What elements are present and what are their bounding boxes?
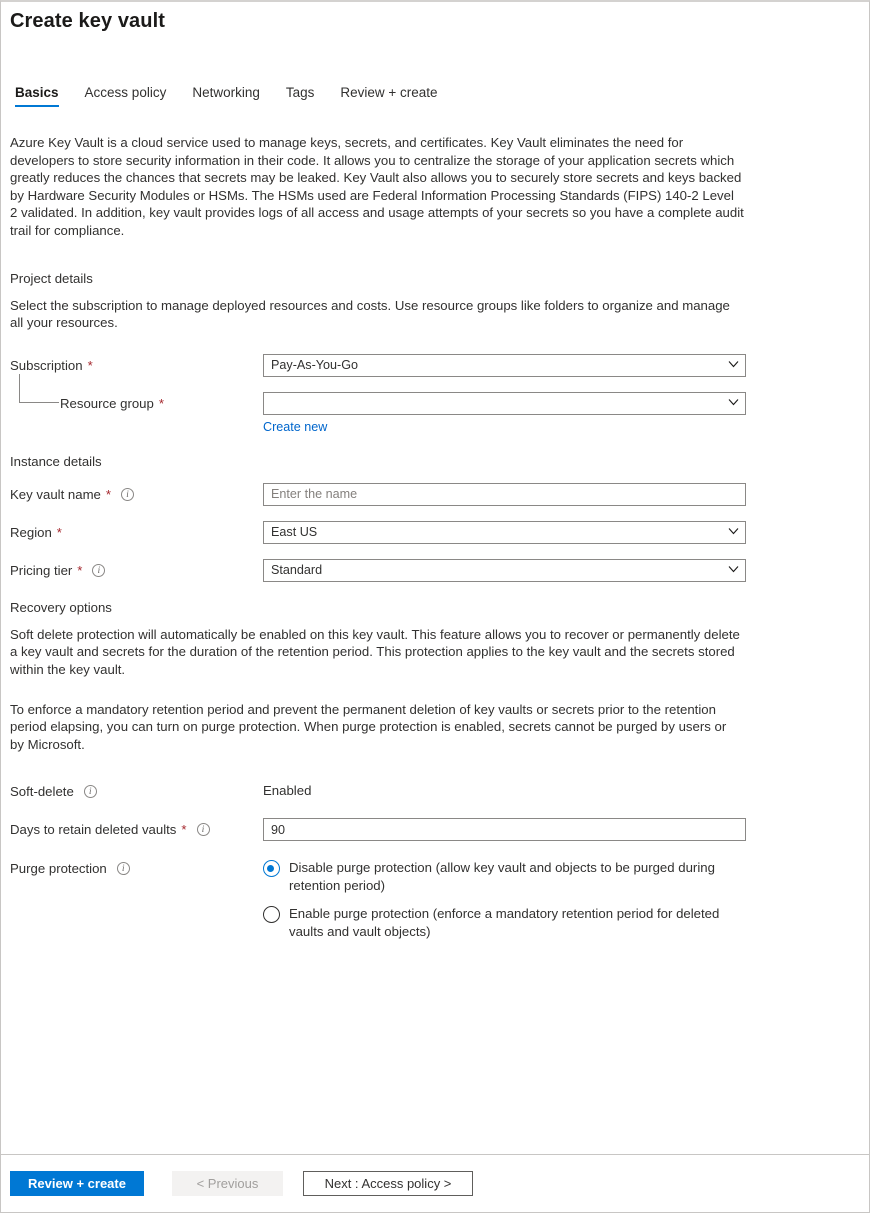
subscription-label-text: Subscription [10,358,83,373]
recovery-options-heading: Recovery options [10,600,860,615]
key-vault-name-label: Key vault name * i [10,483,263,502]
recovery-options-form: Soft-delete i Enabled Days to retain del… [10,780,860,940]
page-title: Create key vault [1,2,869,33]
required-asterisk: * [159,396,164,411]
purge-protection-label-text: Purge protection [10,861,107,876]
tab-tags[interactable]: Tags [286,85,315,107]
instance-details-heading: Instance details [10,454,860,469]
radio-indicator [263,906,280,923]
pricing-tier-label: Pricing tier * i [10,559,263,578]
chevron-down-icon [728,360,737,369]
row-pricing-tier: Pricing tier * i Standard [10,559,860,582]
soft-delete-label: Soft-delete i [10,780,263,799]
tab-review-create[interactable]: Review + create [340,85,437,107]
soft-delete-field: Enabled [263,780,746,798]
row-region: Region * East US [10,521,860,544]
resource-group-field: Create new [263,392,746,436]
row-resource-group: Resource group * Create new [10,392,860,436]
required-asterisk: * [106,487,111,502]
wizard-footer: Review + create < Previous Next : Access… [1,1154,869,1212]
resource-group-label-text: Resource group [60,396,154,411]
resource-group-dropdown[interactable] [263,392,746,415]
region-value: East US [271,525,317,539]
region-label: Region * [10,521,263,540]
days-to-retain-value: 90 [271,823,285,837]
recovery-options-paragraph-2: To enforce a mandatory retention period … [10,701,740,754]
key-vault-name-field: Enter the name [263,483,746,506]
subscription-label: Subscription * [10,354,263,373]
tree-connector-line [19,374,59,403]
recovery-options-paragraph-1: Soft delete protection will automaticall… [10,626,740,679]
row-purge-protection: Purge protection i Disable purge protect… [10,857,860,940]
days-to-retain-input[interactable]: 90 [263,818,746,841]
key-vault-name-label-text: Key vault name [10,487,101,502]
chevron-down-icon [728,565,737,574]
region-label-text: Region [10,525,52,540]
row-subscription: Subscription * Pay-As-You-Go [10,354,860,377]
key-vault-name-input[interactable]: Enter the name [263,483,746,506]
required-asterisk: * [181,822,186,837]
row-days-to-retain: Days to retain deleted vaults * i 90 [10,818,860,841]
subscription-dropdown[interactable]: Pay-As-You-Go [263,354,746,377]
project-details-description: Select the subscription to manage deploy… [10,297,734,332]
pricing-tier-label-text: Pricing tier [10,563,72,578]
pricing-tier-dropdown[interactable]: Standard [263,559,746,582]
wizard-tabs: Basics Access policy Networking Tags Rev… [1,77,869,107]
days-to-retain-field: 90 [263,818,746,841]
create-new-resource-group-link[interactable]: Create new [263,420,327,434]
info-icon[interactable]: i [197,823,210,836]
required-asterisk: * [88,358,93,373]
row-key-vault-name: Key vault name * i Enter the name [10,483,860,506]
review-create-button[interactable]: Review + create [10,1171,144,1196]
pricing-tier-value: Standard [271,563,322,577]
info-icon[interactable]: i [92,564,105,577]
subscription-value: Pay-As-You-Go [271,358,358,372]
intro-description: Azure Key Vault is a cloud service used … [10,134,744,240]
next-button[interactable]: Next : Access policy > [303,1171,473,1196]
purge-protection-label: Purge protection i [10,857,263,876]
tab-basics[interactable]: Basics [15,85,59,107]
previous-button: < Previous [172,1171,283,1196]
radio-indicator [263,860,280,877]
required-asterisk: * [57,525,62,540]
radio-label: Disable purge protection (allow key vaul… [289,859,733,894]
days-to-retain-label: Days to retain deleted vaults * i [10,818,263,837]
days-to-retain-label-text: Days to retain deleted vaults [10,822,176,837]
soft-delete-value: Enabled [263,780,746,798]
radio-disable-purge-protection[interactable]: Disable purge protection (allow key vaul… [263,859,733,894]
subscription-field: Pay-As-You-Go [263,354,746,377]
radio-label: Enable purge protection (enforce a manda… [289,905,733,940]
chevron-down-icon [728,527,737,536]
row-soft-delete: Soft-delete i Enabled [10,780,860,803]
info-icon[interactable]: i [121,488,134,501]
key-vault-name-placeholder: Enter the name [271,487,357,501]
info-icon[interactable]: i [84,785,97,798]
info-icon[interactable]: i [117,862,130,875]
region-field: East US [263,521,746,544]
purge-protection-field: Disable purge protection (allow key vaul… [263,857,746,940]
chevron-down-icon [728,398,737,407]
resource-group-label: Resource group * [10,392,263,411]
project-details-heading: Project details [10,271,860,286]
create-key-vault-blade: Create key vault Basics Access policy Ne… [0,0,870,1213]
soft-delete-label-text: Soft-delete [10,784,74,799]
tab-networking[interactable]: Networking [192,85,260,107]
purge-protection-radio-group: Disable purge protection (allow key vaul… [263,857,746,940]
project-details-form: Subscription * Pay-As-You-Go Resource gro… [10,354,860,436]
instance-details-form: Key vault name * i Enter the name Region *… [10,483,860,582]
tab-access-policy[interactable]: Access policy [85,85,167,107]
required-asterisk: * [77,563,82,578]
radio-enable-purge-protection[interactable]: Enable purge protection (enforce a manda… [263,905,733,940]
region-dropdown[interactable]: East US [263,521,746,544]
pricing-tier-field: Standard [263,559,746,582]
